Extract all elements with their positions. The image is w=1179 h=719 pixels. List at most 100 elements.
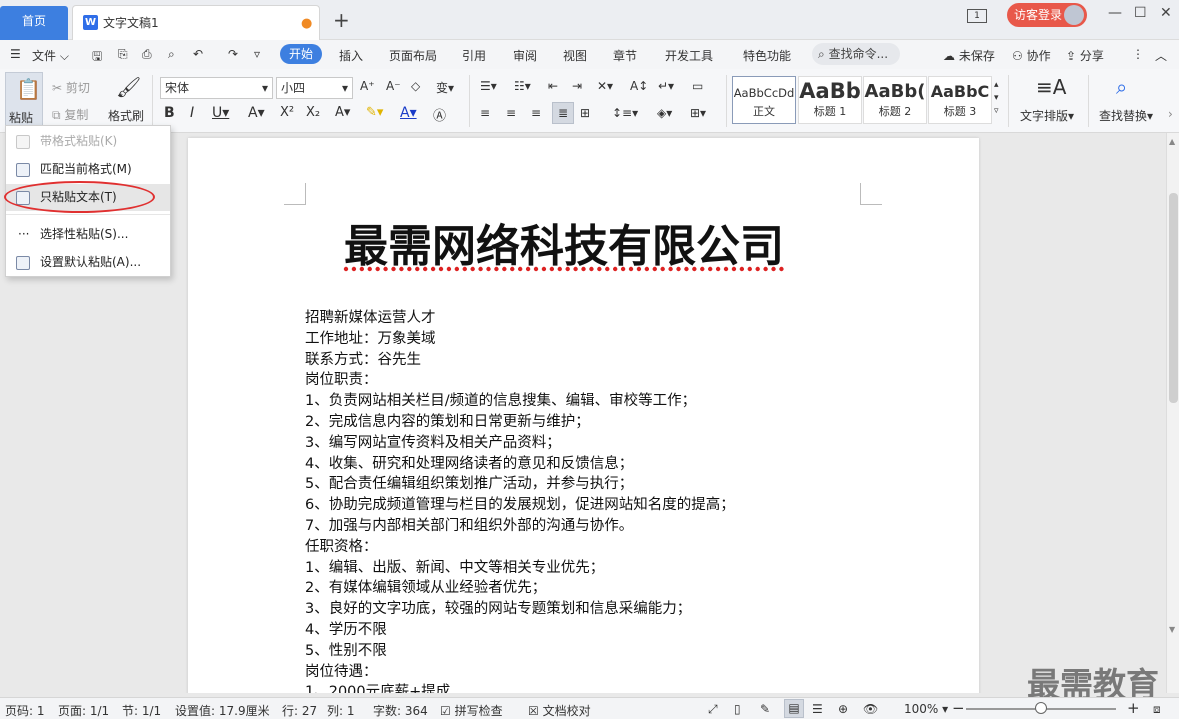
menu-start[interactable]: 开始 [280, 44, 322, 64]
share-button[interactable]: ⇪ 分享 [1066, 47, 1104, 64]
eye-protect-icon[interactable]: 👁 [863, 702, 878, 716]
paste-special-item[interactable]: ··· 选择性粘贴(S)... [6, 221, 170, 248]
paste-default-setting-item[interactable]: 设置默认粘贴(A)... [6, 249, 170, 276]
format-painter-button[interactable]: 格式刷 [108, 107, 144, 124]
hamburger-icon[interactable]: ☰ [10, 47, 21, 61]
align-right-icon[interactable]: ≡ [531, 106, 541, 120]
collaborate-button[interactable]: ⚇ 协作 [1012, 47, 1051, 64]
subscript-icon[interactable]: X₂ [306, 105, 320, 120]
print-preview-icon[interactable]: ⌕ [168, 47, 175, 62]
align-center-icon[interactable]: ≡ [506, 106, 516, 120]
menu-insert[interactable]: 插入 [339, 47, 363, 64]
bold-icon[interactable]: B [164, 105, 175, 121]
tab-home[interactable]: 首页 [0, 6, 68, 40]
minimize-button[interactable]: — [1108, 5, 1122, 21]
find-replace-button[interactable]: 查找替换▾ [1099, 107, 1153, 124]
menu-developer[interactable]: 开发工具 [665, 47, 713, 64]
quick-access-dropdown-icon[interactable]: ▿ [254, 47, 260, 61]
style-heading-2[interactable]: AaBb( 标题 2 [863, 76, 927, 124]
superscript-icon[interactable]: X² [280, 105, 294, 120]
zoom-level[interactable]: 100% ▾ [904, 702, 948, 716]
unsaved-button[interactable]: ☁ 未保存 [943, 47, 995, 64]
font-color-icon[interactable]: A▾ [400, 105, 417, 121]
zoom-in-icon[interactable]: + [1127, 699, 1140, 717]
more-options-icon[interactable]: ⋮ [1132, 47, 1144, 61]
write-mode-icon[interactable]: ✎ [760, 702, 770, 716]
undo-icon[interactable]: ↶ [193, 47, 203, 61]
text-effect-icon[interactable]: A▾ [335, 105, 350, 120]
ribbon-more-icon[interactable]: › [1168, 107, 1173, 121]
command-search-input[interactable]: ⌕ 查找命令... [812, 43, 900, 65]
style-heading-3[interactable]: AaBbC 标题 3 [928, 76, 992, 124]
style-normal[interactable]: AaBbCcDd 正文 [732, 76, 796, 124]
cut-button[interactable]: ✂ 剪切 [52, 79, 90, 96]
redo-icon[interactable]: ↷ [228, 47, 238, 61]
decrease-indent-icon[interactable]: ⇤ [548, 79, 558, 93]
export-icon[interactable]: ⎘ [118, 47, 128, 62]
show-marks-icon[interactable]: ↵▾ [658, 79, 674, 93]
menu-view[interactable]: 视图 [563, 47, 587, 64]
maximize-doc-icon[interactable]: ⧈ [1153, 702, 1161, 717]
page-view-icon[interactable]: ▤ [784, 699, 804, 718]
strikethrough-icon[interactable]: A▾ [248, 105, 265, 121]
phonetic-icon[interactable]: 变▾ [436, 79, 454, 96]
document-page[interactable]: 最需网络科技有限公司 招聘新媒体运营人才 工作地址：万象美域 联系方式：谷先生 岗位职… [188, 138, 979, 693]
align-left-icon[interactable]: ≡ [480, 106, 490, 120]
shading-icon[interactable]: ◈▾ [657, 106, 672, 120]
close-button[interactable]: ✕ [1160, 5, 1172, 21]
chinese-layout-icon[interactable]: ✕▾ [597, 79, 613, 93]
paste-keep-format-item[interactable]: 带格式粘贴(K) [6, 128, 170, 155]
paste-match-format-item[interactable]: 匹配当前格式(M) [6, 156, 170, 183]
increase-indent-icon[interactable]: ⇥ [572, 79, 582, 93]
menu-page-layout[interactable]: 页面布局 [389, 47, 437, 64]
numbered-list-icon[interactable]: ☷▾ [514, 79, 531, 93]
copy-button[interactable]: ⧉ 复制 [52, 106, 88, 123]
collapse-ribbon-icon[interactable]: ︿ [1155, 47, 1167, 64]
font-size-select[interactable]: 小四 ▾ [276, 77, 353, 99]
font-name-select[interactable]: 宋体 ▾ [160, 77, 273, 99]
window-count-icon[interactable]: 1 [967, 9, 987, 23]
menu-file[interactable]: 文件 ⌵ [32, 47, 69, 64]
doc-proof-button[interactable]: ☒ 文档校对 [528, 702, 591, 719]
scroll-down-icon[interactable]: ▼ [1169, 625, 1175, 634]
underline-icon[interactable]: U▾ [212, 105, 229, 121]
shrink-font-icon[interactable]: A⁻ [386, 79, 401, 93]
sort-icon[interactable]: A↕ [630, 79, 648, 93]
highlight-icon[interactable]: ✎▾ [366, 105, 383, 120]
status-words[interactable]: 字数: 364 [373, 702, 428, 719]
status-pages[interactable]: 页面: 1/1 [58, 702, 109, 719]
menu-chapter[interactable]: 章节 [613, 47, 637, 64]
scrollbar-thumb[interactable] [1169, 193, 1178, 403]
guest-login-button[interactable]: 访客登录 [1007, 3, 1087, 27]
scroll-up-icon[interactable]: ▲ [1169, 137, 1175, 146]
web-view-icon[interactable]: ⊕ [838, 702, 848, 716]
line-spacing-icon[interactable]: ↕≡▾ [612, 106, 638, 120]
menu-reference[interactable]: 引用 [462, 47, 486, 64]
new-tab-button[interactable]: + [333, 8, 350, 32]
char-border-icon[interactable]: Ⓐ [433, 105, 446, 124]
italic-icon[interactable]: I [190, 105, 194, 121]
menu-special[interactable]: 特色功能 [743, 47, 791, 64]
clear-format-icon[interactable]: ◇ [411, 79, 420, 93]
fullscreen-icon[interactable]: ⤢ [708, 702, 718, 717]
distributed-icon[interactable]: ⊞ [580, 106, 590, 120]
menu-review[interactable]: 审阅 [513, 47, 537, 64]
table-grid-icon[interactable]: ▭ [692, 79, 703, 93]
print-icon[interactable]: ⎙ [142, 47, 152, 62]
zoom-out-icon[interactable]: − [952, 699, 965, 717]
zoom-slider-thumb[interactable] [1035, 702, 1047, 714]
reading-mode-icon[interactable]: ▯ [734, 702, 741, 716]
paste-button[interactable]: 📋 粘贴 [5, 72, 43, 126]
outline-view-icon[interactable]: ☰ [812, 702, 823, 716]
style-scroll-icon[interactable]: ▴ ▾ ▿ [994, 79, 999, 118]
bullet-list-icon[interactable]: ☰▾ [480, 79, 497, 93]
tab-document[interactable]: W 文字文稿1 ● [72, 5, 320, 40]
borders-icon[interactable]: ⊞▾ [690, 106, 706, 120]
spell-check-button[interactable]: ☑ 拼写检查 [440, 702, 503, 719]
style-heading-1[interactable]: AaBb 标题 1 [798, 76, 862, 124]
vertical-scrollbar[interactable]: ▲ ▼ [1166, 133, 1179, 693]
justify-icon[interactable]: ≣ [552, 102, 574, 124]
text-layout-button[interactable]: 文字排版▾ [1020, 107, 1074, 124]
grow-font-icon[interactable]: A⁺ [360, 79, 375, 93]
maximize-button[interactable]: ☐ [1134, 5, 1147, 21]
